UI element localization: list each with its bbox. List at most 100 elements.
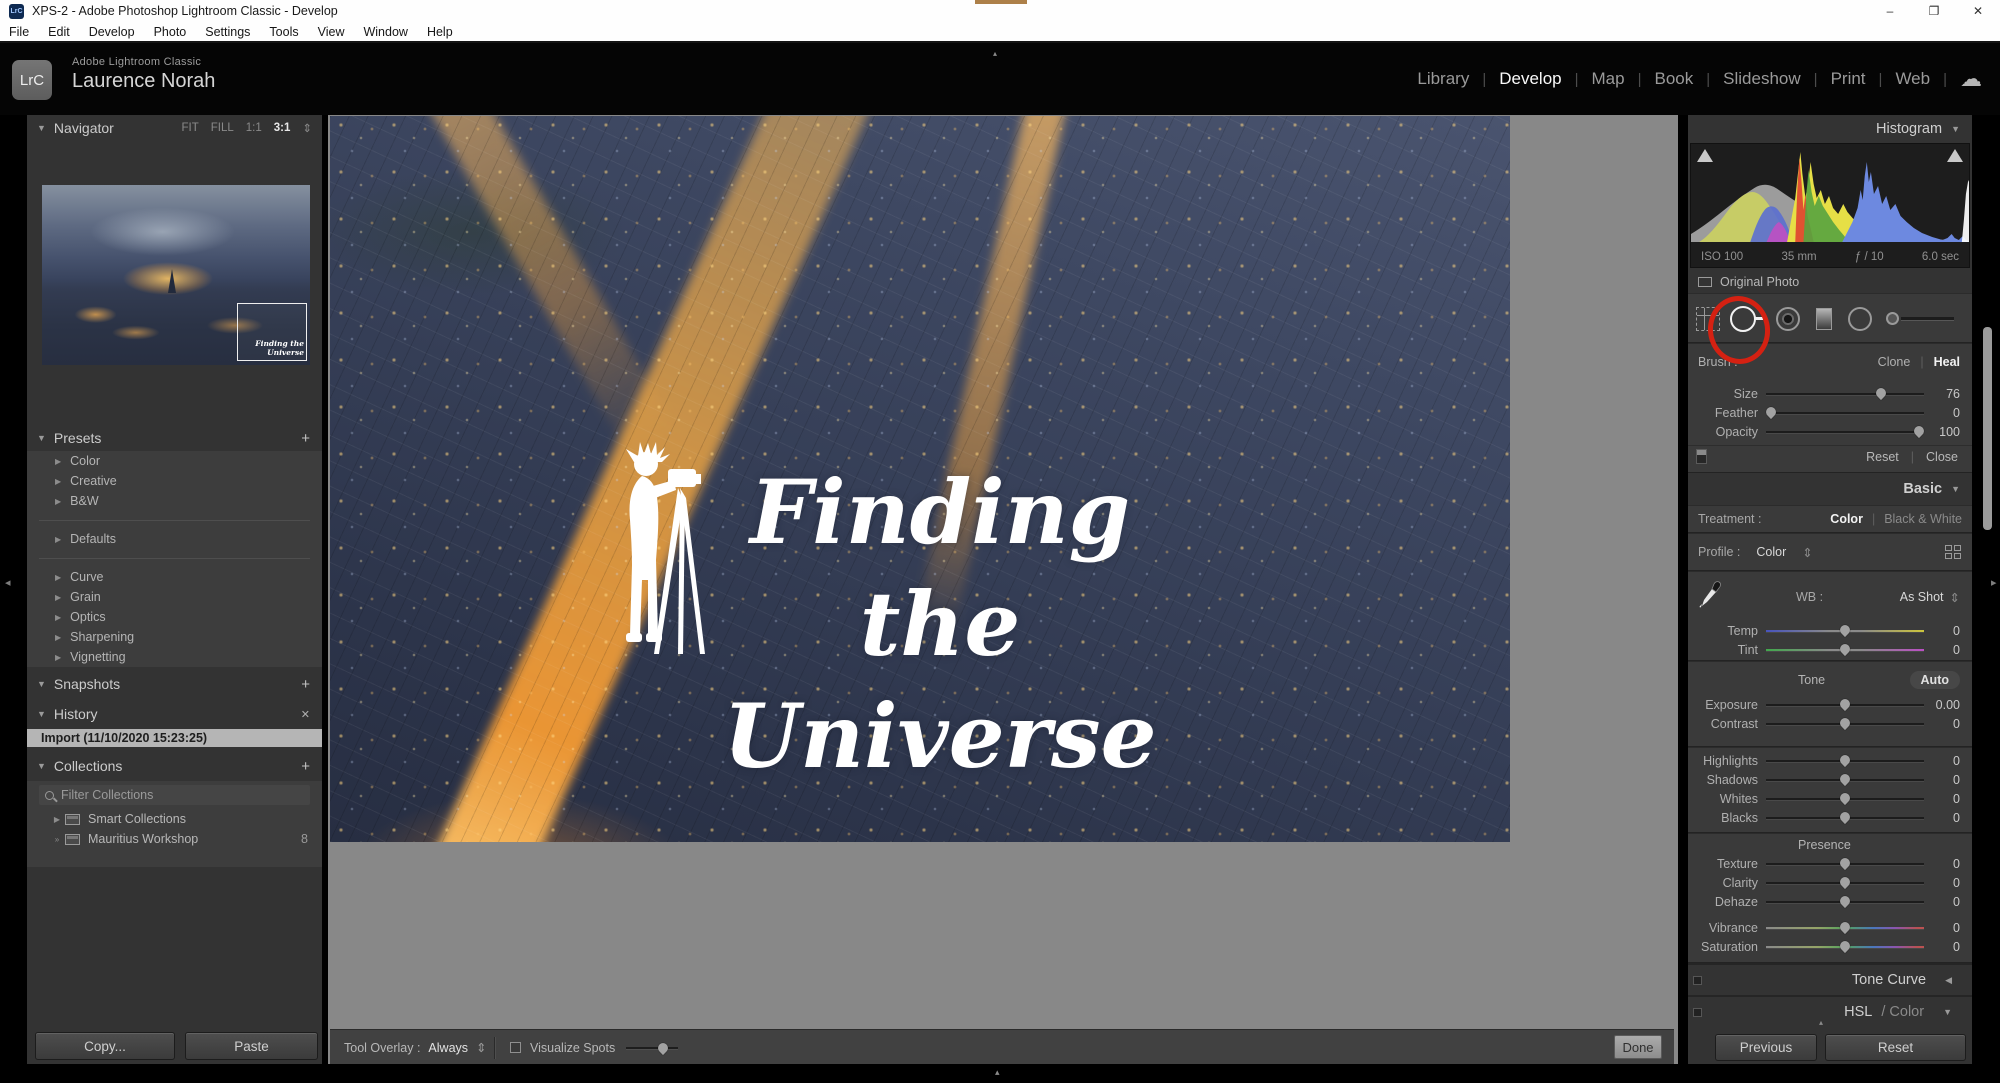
exposure-slider[interactable] [1766, 698, 1924, 711]
preset-group-bw[interactable]: ▶B&W [27, 491, 322, 511]
module-map[interactable]: Map [1592, 69, 1625, 89]
preset-group-vignetting[interactable]: ▶Vignetting [27, 647, 322, 667]
photo-paris-aerial[interactable]: Finding the Universe [330, 116, 1510, 842]
filter-collections-input[interactable]: Filter Collections [39, 785, 310, 805]
zoom-fill[interactable]: FILL [211, 122, 234, 134]
menu-window[interactable]: Window [363, 25, 407, 39]
preset-group-color[interactable]: ▶Color [27, 451, 322, 471]
texture-slider[interactable] [1766, 857, 1924, 870]
reset-button[interactable]: Reset [1825, 1034, 1966, 1061]
highlights-slider[interactable] [1766, 754, 1924, 767]
vibrance-slider-knob[interactable] [1838, 920, 1852, 934]
snapshots-header[interactable]: ▼ Snapshots + [27, 671, 322, 697]
radial-filter-tool-icon[interactable] [1848, 307, 1872, 331]
preset-group-defaults[interactable]: ▶Defaults [27, 529, 322, 549]
preset-group-sharpening[interactable]: ▶Sharpening [27, 627, 322, 647]
vibrance-slider[interactable] [1766, 921, 1924, 934]
contrast-slider-knob[interactable] [1838, 716, 1852, 730]
saturation-slider[interactable] [1766, 940, 1924, 953]
treatment-black-white[interactable]: Black & White [1884, 512, 1962, 526]
history-header[interactable]: ▼ History ✕ [27, 701, 322, 727]
zoom-3-1[interactable]: 3:1 [274, 122, 291, 134]
adjustment-brush-tool-icon[interactable] [1886, 312, 1954, 326]
whites-slider-knob[interactable] [1838, 791, 1852, 805]
feather-slider-knob[interactable] [1764, 405, 1778, 419]
left-panel-collapse-arrow[interactable]: ◂ [5, 576, 11, 589]
right-panel-collapse-arrow[interactable]: ▸ [1991, 576, 1997, 589]
clarity-slider-knob[interactable] [1838, 875, 1852, 889]
red-eye-tool-icon[interactable] [1776, 307, 1800, 331]
module-slideshow[interactable]: Slideshow [1723, 69, 1801, 89]
copy-button[interactable]: Copy... [35, 1032, 175, 1060]
tool-overlay-select[interactable]: Always [428, 1041, 468, 1055]
cloud-sync-icon[interactable]: ☁ [1960, 68, 1982, 90]
preset-group-curve[interactable]: ▶Curve [27, 567, 322, 587]
zoom-fit[interactable]: FIT [181, 122, 198, 134]
visualize-spots-checkbox[interactable] [510, 1042, 521, 1053]
histogram-header[interactable]: Histogram ▼ [1688, 115, 1972, 143]
preset-group-creative[interactable]: ▶Creative [27, 471, 322, 491]
zoom-ratio-selector-icon[interactable]: ⇕ [302, 121, 312, 135]
dehaze-slider-knob[interactable] [1838, 894, 1852, 908]
original-photo-icon[interactable] [1698, 277, 1712, 287]
filmstrip-collapse-arrow[interactable]: ▴ [995, 1067, 1000, 1078]
preset-group-grain[interactable]: ▶Grain [27, 587, 322, 607]
presets-header[interactable]: ▼ Presets + [27, 425, 322, 451]
wb-select-icon[interactable]: ⇕ [1950, 590, 1960, 605]
graduated-filter-tool-icon[interactable] [1816, 308, 1832, 330]
opacity-slider[interactable] [1766, 425, 1924, 438]
add-collection-icon[interactable]: + [301, 758, 310, 775]
feather-slider[interactable] [1766, 406, 1924, 419]
module-develop[interactable]: Develop [1499, 69, 1561, 89]
zoom-1-1[interactable]: 1:1 [246, 122, 262, 134]
temp-slider-knob[interactable] [1838, 623, 1852, 637]
basic-panel-header[interactable]: Basic ▼ [1688, 475, 1972, 503]
paste-button[interactable]: Paste [185, 1032, 318, 1060]
collection-mauritius-workshop[interactable]: » Mauritius Workshop 8 [27, 829, 322, 849]
module-web[interactable]: Web [1895, 69, 1930, 89]
brush-mode-heal[interactable]: Heal [1934, 355, 1960, 369]
restore-button[interactable]: ❐ [1912, 0, 1956, 22]
previous-button[interactable]: Previous [1715, 1034, 1817, 1061]
shadows-slider[interactable] [1766, 773, 1924, 786]
whites-slider[interactable] [1766, 792, 1924, 805]
minimize-button[interactable]: – [1868, 0, 1912, 22]
menu-edit[interactable]: Edit [48, 25, 70, 39]
right-panel-scrollbar[interactable] [1983, 327, 1992, 530]
menu-tools[interactable]: Tools [269, 25, 298, 39]
panel-end-arrow[interactable]: ▴ [1819, 1018, 1823, 1027]
visualize-spots-slider[interactable] [626, 1042, 678, 1054]
menu-view[interactable]: View [318, 25, 345, 39]
brush-reset-button[interactable]: Reset [1866, 450, 1899, 464]
profile-select[interactable]: Color [1756, 545, 1786, 559]
treatment-color[interactable]: Color [1830, 512, 1863, 526]
menu-develop[interactable]: Develop [89, 25, 135, 39]
done-button[interactable]: Done [1614, 1035, 1662, 1059]
profile-select-icon[interactable]: ⇕ [1802, 545, 1812, 560]
menu-settings[interactable]: Settings [205, 25, 250, 39]
top-panel-collapse-arrow[interactable]: ▴ [993, 49, 997, 58]
history-item-import[interactable]: Import (11/10/2020 15:23:25) [27, 729, 322, 747]
close-button[interactable]: ✕ [1956, 0, 2000, 22]
panel-toggle-icon[interactable] [1693, 976, 1702, 985]
exposure-slider-knob[interactable] [1838, 697, 1852, 711]
navigator-zoom-rect[interactable]: Finding the Universe [237, 303, 307, 361]
blacks-slider-knob[interactable] [1838, 810, 1852, 824]
tool-overlay-select-icon[interactable]: ⇕ [476, 1040, 486, 1055]
dehaze-slider[interactable] [1766, 895, 1924, 908]
wb-select[interactable]: As Shot [1900, 590, 1944, 604]
tone-curve-panel-header[interactable]: Tone Curve ◀ [1688, 963, 1972, 995]
brush-close-button[interactable]: Close [1926, 450, 1958, 464]
navigator-preview[interactable]: Finding the Universe [42, 185, 310, 365]
contrast-slider[interactable] [1766, 717, 1924, 730]
add-preset-icon[interactable]: + [301, 430, 310, 447]
highlights-slider-knob[interactable] [1838, 753, 1852, 767]
add-snapshot-icon[interactable]: + [301, 676, 310, 693]
module-print[interactable]: Print [1831, 69, 1866, 89]
auto-tone-button[interactable]: Auto [1910, 671, 1960, 689]
menu-help[interactable]: Help [427, 25, 453, 39]
profile-browser-icon[interactable] [1945, 545, 1962, 560]
clarity-slider[interactable] [1766, 876, 1924, 889]
navigator-header[interactable]: ▼ Navigator FIT FILL 1:1 3:1 ⇕ [27, 115, 322, 141]
collections-header[interactable]: ▼ Collections + [27, 753, 322, 779]
